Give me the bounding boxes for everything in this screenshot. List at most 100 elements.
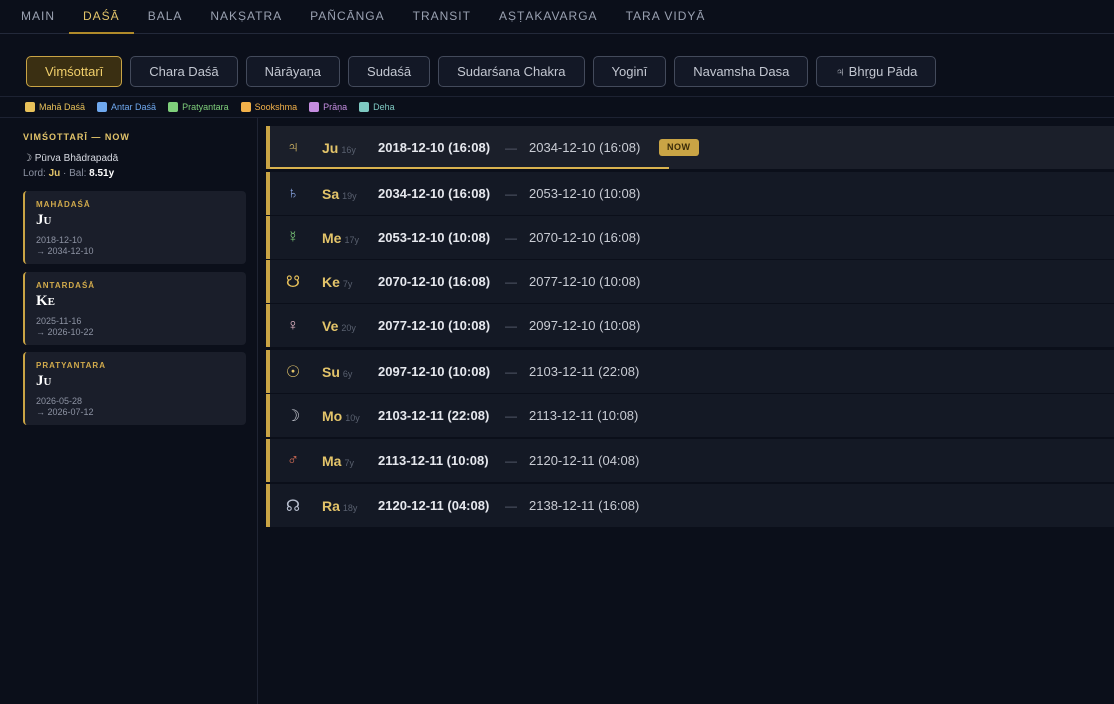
current-period-heading: VIMŚOTTARĪ — NOW	[23, 132, 130, 142]
dasha-period-row[interactable]: ♃ Ju 16y 2018-12-10 (16:08) — 2034-12-10 (16:…	[266, 126, 1114, 169]
period-lord-name: Mo	[322, 407, 343, 424]
period-card-lord: Ke	[36, 293, 56, 309]
dasha-period-row[interactable]: ☉ Su 6y 2097-12-10 (10:08) — 2103-12-11 (22:0…	[266, 350, 1114, 393]
period-card: ANTARDAŚĀ Ke 2025-11-16 → 2026-10-22	[23, 272, 246, 345]
period-lord-name: Ju	[322, 139, 339, 156]
period-lord-name: Sa	[322, 185, 340, 202]
legend-swatch	[240, 102, 251, 112]
legend-item: Pratyantara	[168, 102, 229, 112]
period-end: 2113-12-11 (10:08)	[529, 408, 639, 423]
period-start: 2053-12-10 (10:08)	[378, 230, 491, 245]
period-lord: Ve 20y	[322, 318, 356, 334]
period-card-label: PRATYANTARA	[36, 361, 106, 370]
nav-tab[interactable]: TARA VIDYĀ	[612, 0, 720, 34]
dasha-system-button[interactable]: Yoginī	[592, 56, 667, 87]
period-years: 7y	[342, 278, 353, 289]
legend-item: Deha	[359, 102, 395, 112]
period-years: 18y	[342, 502, 358, 513]
period-card-label: MAHĀDAŚĀ	[36, 200, 91, 209]
mercury-icon: ☿	[287, 228, 299, 246]
period-lord: Mo 10y	[322, 408, 360, 424]
period-separator: —	[505, 230, 517, 245]
legend-swatch	[168, 102, 179, 112]
rahu-icon: ☊	[285, 497, 301, 515]
period-years: 7y	[344, 457, 354, 468]
legend-item: Mahā Daśā	[25, 102, 85, 112]
legend-item: Prāṇa	[309, 102, 347, 112]
period-lord: Su 6y	[322, 364, 352, 380]
period-lord: Sa 19y	[322, 186, 357, 202]
dasha-period-row[interactable]: ☋ Ke 7y 2070-12-10 (16:08) — 2077-12-10 (10:0…	[266, 260, 1114, 303]
period-lord: Ju 16y	[322, 140, 356, 156]
dasha-system-button[interactable]: Chara Daśā	[130, 56, 238, 87]
dasha-period-row[interactable]: ☿ Me 17y 2053-12-10 (10:08) — 2070-12-10 (16:…	[266, 216, 1114, 259]
dasha-period-row[interactable]: ♄ Sa 19y 2034-12-10 (16:08) — 2053-12-10 (10:…	[266, 172, 1114, 215]
nav-tab[interactable]: DAŚĀ	[69, 0, 134, 34]
period-end: 2053-12-10 (10:08)	[529, 186, 641, 201]
period-start: 2097-12-10 (10:08)	[378, 364, 491, 379]
period-card-end: → 2026-07-12	[36, 407, 94, 417]
period-card: PRATYANTARA Ju 2026-05-28 → 2026-07-12	[23, 352, 246, 425]
period-years: 17y	[344, 234, 359, 245]
period-lord-name: Su	[322, 363, 340, 380]
dasha-system-button[interactable]: Viṃśottarī	[26, 56, 123, 87]
divider	[0, 96, 1114, 97]
period-start: 2077-12-10 (10:08)	[378, 318, 491, 333]
lord-label: Lord:	[23, 168, 46, 179]
period-start: 2034-12-10 (16:08)	[378, 186, 491, 201]
legend-swatch	[359, 102, 370, 112]
period-separator: —	[505, 453, 517, 468]
period-lord-name: Ra	[322, 497, 340, 514]
ketu-icon: ☋	[285, 273, 301, 291]
period-start: 2018-12-10 (16:08)	[378, 140, 491, 155]
legend-swatch	[309, 102, 320, 112]
lord-value: Ju	[48, 168, 61, 179]
period-end: 2138-12-11 (16:08)	[529, 498, 640, 513]
dasha-system-button[interactable]: Navamsha Dasa	[674, 56, 809, 87]
period-start: 2120-12-11 (04:08)	[378, 498, 490, 513]
balance-label: · Bal:	[63, 168, 87, 179]
legend-item: Antar Daśā	[97, 102, 156, 112]
period-lord: Me 17y	[322, 230, 359, 246]
period-lord-name: Ke	[322, 273, 340, 290]
birth-nakshatra: ☽ Pūrva Bhādrapadā	[23, 153, 119, 164]
nav-tab[interactable]: PAÑCĀNGA	[296, 0, 398, 34]
period-years: 6y	[342, 368, 353, 379]
period-lord-name: Ve	[322, 317, 339, 334]
period-lord: Ra 18y	[322, 498, 357, 514]
nav-tab[interactable]: MAIN	[7, 0, 69, 34]
nav-tab[interactable]: AṢṬAKAVARGA	[485, 0, 612, 34]
nav-tab[interactable]: NAKṢATRA	[196, 0, 296, 34]
dasha-period-row[interactable]: ♂ Ma 7y 2113-12-11 (10:08) — 2120-12-11 (04:0…	[266, 439, 1114, 482]
period-start: 2113-12-11 (10:08)	[378, 453, 489, 468]
dasha-period-row[interactable]: ☽ Mo 10y 2103-12-11 (22:08) — 2113-12-11 (10:…	[266, 394, 1114, 437]
legend-label: Deha	[373, 102, 395, 112]
period-end: 2034-12-10 (16:08)	[529, 140, 641, 155]
period-progress-bar	[270, 167, 669, 169]
dasha-system-selector: Viṃśottarī Chara Daśā Nārāyaṇa Sudaśā Sudarś…	[26, 56, 937, 87]
period-separator: —	[505, 498, 517, 513]
dasha-system-button[interactable]: ♃ Bhṛgu Pāda	[816, 56, 937, 87]
dasha-period-row[interactable]: ☊ Ra 18y 2120-12-11 (04:08) — 2138-12-11 (16:…	[266, 484, 1114, 527]
legend-swatch	[25, 102, 35, 112]
period-card-start: 2025-11-16	[36, 316, 82, 326]
period-card-lord: Ju	[36, 373, 52, 389]
dasha-system-button[interactable]: Nārāyaṇa	[245, 56, 341, 87]
period-card-end: → 2034-12-10	[36, 246, 94, 256]
dasha-system-button[interactable]: Sudarśana Chakra	[438, 56, 585, 87]
jupiter-icon: ♃	[287, 138, 299, 156]
dasha-period-row[interactable]: ♀ Ve 20y 2077-12-10 (10:08) — 2097-12-10 (10:…	[266, 304, 1114, 347]
balance-value: 8.51y	[89, 168, 115, 179]
top-nav: MAIN DAŚĀ BALA NAKṢATRA PAÑCĀNGA TRANSIT AṢṬAK…	[0, 0, 1114, 34]
period-years: 20y	[341, 322, 356, 333]
period-card-start: 2018-12-10	[36, 235, 83, 245]
period-end: 2070-12-10 (16:08)	[529, 230, 641, 245]
period-start: 2070-12-10 (16:08)	[378, 274, 491, 289]
dasha-system-button[interactable]: Sudaśā	[348, 56, 431, 87]
nav-tab[interactable]: TRANSIT	[399, 0, 485, 34]
legend-item: Sookshma	[240, 102, 297, 112]
nav-tab[interactable]: BALA	[134, 0, 197, 34]
legend-label: Pratyantara	[182, 102, 229, 112]
mars-icon: ♂	[287, 451, 299, 469]
period-lord: Ke 7y	[322, 274, 352, 290]
